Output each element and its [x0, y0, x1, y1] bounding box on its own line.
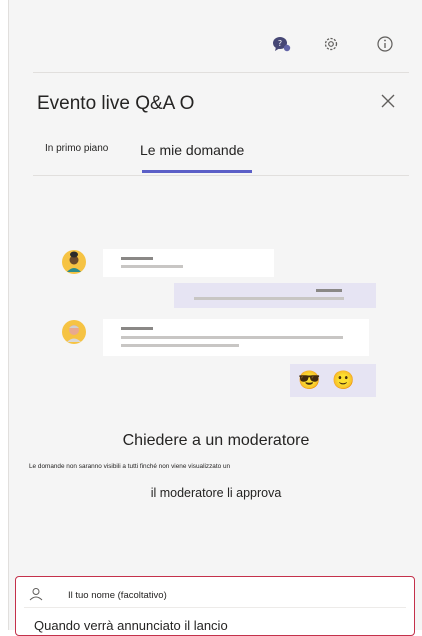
tab-le-mie-domande[interactable]: Le mie domande — [140, 142, 244, 158]
info-icon[interactable] — [374, 33, 396, 55]
header-divider — [33, 72, 409, 73]
empty-state-description-continued: il moderatore li approva — [150, 486, 282, 500]
question-compose-box[interactable]: Il tuo nome (facoltativo) Quando verrà a… — [15, 576, 415, 636]
qa-chat-icon[interactable]: ? — [271, 33, 293, 55]
compose-divider — [24, 607, 406, 608]
qa-panel: ? Evento live Q&A O In primo piano Le mi… — [8, 0, 422, 636]
tab-in-primo-piano[interactable]: In primo piano — [45, 143, 108, 154]
sunglasses-emoji: 😎 — [298, 370, 321, 390]
answer-bubble — [174, 283, 376, 308]
tabs-divider — [33, 175, 409, 176]
gear-icon[interactable] — [320, 33, 342, 55]
name-field[interactable]: Il tuo nome (facoltativo) — [68, 590, 167, 601]
top-toolbar: ? — [9, 0, 422, 72]
svg-text:?: ? — [278, 39, 282, 48]
smiley-emoji: 🙂 — [332, 370, 355, 390]
avatar — [62, 320, 86, 349]
empty-state-description: Le domande non saranno visibili a tutti … — [29, 463, 231, 470]
close-icon[interactable] — [379, 92, 401, 114]
avatar — [62, 250, 86, 279]
question-bubble — [103, 319, 369, 356]
selected-tab-indicator — [142, 170, 252, 173]
person-icon — [28, 587, 44, 601]
empty-state-heading: Chiedere a un moderatore — [122, 432, 310, 449]
question-input[interactable]: Quando verrà annunciato il lancio — [34, 618, 228, 633]
emoji-reply-bubble: 😎 🙂 — [290, 364, 376, 397]
question-bubble — [103, 249, 274, 277]
panel-title: Evento live Q&A O — [37, 93, 195, 114]
